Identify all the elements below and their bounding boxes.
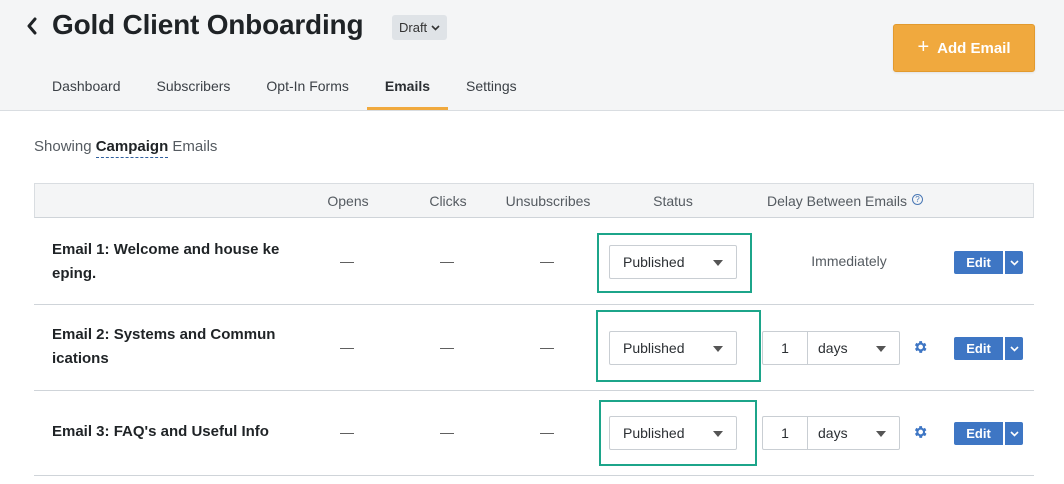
chevron-down-icon xyxy=(1009,430,1019,437)
status-select-value: Published xyxy=(623,254,685,270)
chevron-down-icon xyxy=(431,24,440,31)
tab-bar: Dashboard Subscribers Opt-In Forms Email… xyxy=(34,64,535,110)
caret-down-icon xyxy=(876,346,886,352)
edit-menu-button[interactable] xyxy=(1005,251,1023,274)
status-select[interactable]: Published xyxy=(609,245,737,279)
delay-unit-select[interactable]: days xyxy=(807,331,900,365)
delay-unit-value: days xyxy=(818,425,848,441)
email-name-line: Email 2: Systems and Commun xyxy=(52,326,276,343)
unsubscribes-value: — xyxy=(540,424,554,440)
page-title: Gold Client Onboarding xyxy=(52,9,364,40)
showing-filter: Showing Campaign Emails xyxy=(34,138,218,158)
back-chevron-icon[interactable] xyxy=(22,12,42,40)
add-email-label: Add Email xyxy=(937,39,1011,57)
tab-opt-in-forms[interactable]: Opt-In Forms xyxy=(248,64,366,110)
clicks-value: — xyxy=(440,424,454,440)
plus-icon: + xyxy=(917,36,930,58)
edit-menu-button[interactable] xyxy=(1005,337,1023,360)
gear-icon[interactable] xyxy=(912,339,928,355)
opens-value: — xyxy=(340,424,354,440)
status-select[interactable]: Published xyxy=(609,416,737,450)
showing-prefix: Showing xyxy=(34,138,92,155)
status-select[interactable]: Published xyxy=(609,331,737,365)
edit-button[interactable]: Edit xyxy=(954,422,1003,445)
unsubscribes-value: — xyxy=(540,339,554,355)
tab-dashboard[interactable]: Dashboard xyxy=(34,64,139,110)
caret-down-icon xyxy=(876,431,886,437)
edit-button[interactable]: Edit xyxy=(954,251,1003,274)
column-header-delay: Delay Between Emails? xyxy=(755,184,935,218)
delay-unit-value: days xyxy=(818,340,848,356)
opens-value: — xyxy=(340,253,354,269)
column-header-clicks: Clicks xyxy=(429,193,467,209)
email-name-line: Email 3: FAQ's and Useful Info xyxy=(52,423,269,440)
column-header-status: Status xyxy=(653,193,693,209)
edit-button[interactable]: Edit xyxy=(954,337,1003,360)
status-select-value: Published xyxy=(623,425,685,441)
caret-down-icon xyxy=(713,346,723,352)
edit-menu-button[interactable] xyxy=(1005,422,1023,445)
email-name: Email 3: FAQ's and Useful Info xyxy=(52,420,292,444)
caret-down-icon xyxy=(713,431,723,437)
email-name-line: Email 1: Welcome and house ke xyxy=(52,241,280,258)
status-badge-dropdown[interactable]: Draft xyxy=(392,15,448,40)
status-select-value: Published xyxy=(623,340,685,356)
chevron-down-icon xyxy=(1009,345,1019,352)
delay-amount-input[interactable]: 1 xyxy=(762,331,808,365)
add-email-button[interactable]: + Add Email xyxy=(893,24,1035,72)
email-type-selector[interactable]: Campaign xyxy=(95,138,169,158)
column-header-opens: Opens xyxy=(327,193,369,209)
delay-amount-input[interactable]: 1 xyxy=(762,416,808,450)
email-name: Email 1: Welcome and house ke eping. xyxy=(52,238,292,286)
question-circle-icon[interactable]: ? xyxy=(912,194,924,205)
column-header-delay-label: Delay Between Emails xyxy=(766,193,908,209)
unsubscribes-value: — xyxy=(540,253,554,269)
delay-unit-select[interactable]: days xyxy=(807,416,900,450)
tab-emails[interactable]: Emails xyxy=(366,64,449,110)
column-header-unsubscribes: Unsubscribes xyxy=(505,193,591,209)
status-badge-label: Draft xyxy=(399,20,428,35)
table-row: Email 1: Welcome and house ke eping. — —… xyxy=(34,219,1034,305)
opens-value: — xyxy=(340,339,354,355)
chevron-down-icon xyxy=(1009,259,1019,266)
showing-suffix: Emails xyxy=(172,138,218,155)
table-row: Email 3: FAQ's and Useful Info — — — Pub… xyxy=(34,390,1034,476)
tab-subscribers[interactable]: Subscribers xyxy=(139,64,249,110)
table-header: Opens Clicks Unsubscribes Status Delay B… xyxy=(34,183,1034,218)
email-name-line: eping. xyxy=(52,265,97,282)
delay-immediately: Immediately xyxy=(811,253,887,269)
clicks-value: — xyxy=(440,253,454,269)
tab-settings[interactable]: Settings xyxy=(448,64,535,110)
email-name: Email 2: Systems and Commun ications xyxy=(52,323,292,371)
table-row: Email 2: Systems and Commun ications — —… xyxy=(34,305,1034,391)
page-header: Gold Client Onboarding Draft + Add Email… xyxy=(0,0,1064,111)
email-name-line: ications xyxy=(52,350,109,367)
gear-icon[interactable] xyxy=(912,424,928,440)
clicks-value: — xyxy=(440,339,454,355)
caret-down-icon xyxy=(713,260,723,266)
